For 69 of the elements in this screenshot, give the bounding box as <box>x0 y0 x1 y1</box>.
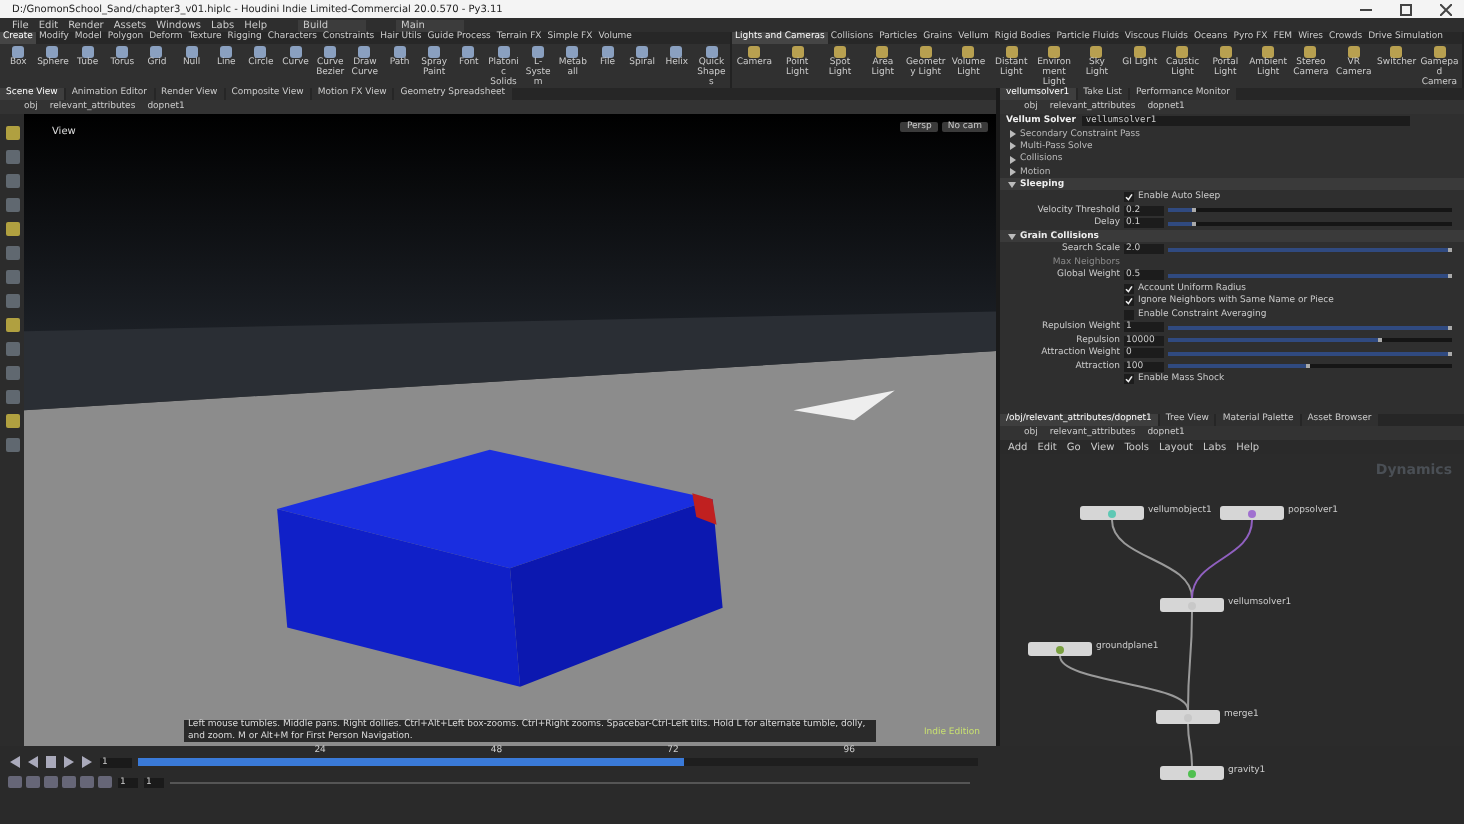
tool-icon[interactable] <box>705 46 718 58</box>
tool-icon[interactable] <box>462 46 475 58</box>
tool-icon[interactable] <box>428 46 441 58</box>
tool-icon[interactable] <box>1090 46 1103 58</box>
tool-icon[interactable] <box>636 46 649 58</box>
slider-fill[interactable] <box>1168 273 1452 278</box>
tool-icon[interactable] <box>81 46 94 58</box>
tool-icon[interactable] <box>116 46 129 58</box>
tool-icon[interactable] <box>185 46 198 58</box>
folder-arrow-icon[interactable] <box>1008 142 1016 151</box>
tool-icon[interactable] <box>748 46 761 58</box>
tool-icon[interactable] <box>601 46 614 58</box>
tool-icon[interactable] <box>289 46 302 58</box>
minimize-icon[interactable] <box>1360 3 1372 15</box>
tool-icon[interactable] <box>791 46 804 58</box>
tool-icon[interactable] <box>962 46 975 58</box>
network-node[interactable] <box>1080 506 1144 520</box>
tool-icon[interactable] <box>566 46 579 58</box>
tool-icon[interactable] <box>1133 46 1146 58</box>
slider-fill[interactable] <box>1168 325 1452 330</box>
node-wire <box>1191 519 1253 599</box>
tool-icon[interactable] <box>1005 46 1018 58</box>
tool-icon[interactable] <box>1176 46 1189 58</box>
slider-fill[interactable] <box>1168 338 1381 343</box>
parameter-checkbox[interactable] <box>1124 283 1134 294</box>
folder-arrow-icon[interactable] <box>1008 168 1016 177</box>
tool-icon[interactable] <box>1219 46 1232 58</box>
slider-fill[interactable] <box>1168 208 1197 213</box>
tool-icon[interactable] <box>1433 46 1446 58</box>
network-node[interactable] <box>1156 710 1220 724</box>
tool-icon[interactable] <box>393 46 406 58</box>
tool-icon[interactable] <box>497 46 510 58</box>
close-icon[interactable] <box>1440 3 1452 15</box>
tool-icon[interactable] <box>1347 46 1360 58</box>
tool-icon[interactable] <box>254 46 267 58</box>
node-wire <box>1111 519 1193 599</box>
slider-fill[interactable] <box>1168 221 1197 226</box>
tool-icon[interactable] <box>1048 46 1061 58</box>
network-node[interactable] <box>1160 766 1224 780</box>
folder-arrow-icon[interactable] <box>1008 130 1016 139</box>
parameter-checkbox[interactable] <box>1124 374 1134 385</box>
tool-icon[interactable] <box>324 46 337 58</box>
tool-icon[interactable] <box>670 46 683 58</box>
tool-icon[interactable] <box>919 46 932 58</box>
network-node[interactable] <box>1028 642 1092 656</box>
tool-icon[interactable] <box>834 46 847 58</box>
tool-icon[interactable] <box>150 46 163 58</box>
maximize-icon[interactable] <box>1400 3 1412 15</box>
tool-icon[interactable] <box>1304 46 1317 58</box>
network-node[interactable] <box>1160 598 1224 612</box>
tool-icon[interactable] <box>1390 46 1403 58</box>
tool-icon[interactable] <box>12 46 25 58</box>
tool-icon[interactable] <box>358 46 371 58</box>
network-node[interactable] <box>1220 506 1284 520</box>
slider-fill[interactable] <box>1168 247 1452 252</box>
parameter-checkbox[interactable] <box>1124 296 1134 307</box>
tool-icon[interactable] <box>876 46 889 58</box>
node-wire <box>1187 723 1193 767</box>
folder-arrow-icon[interactable] <box>1008 232 1016 241</box>
viewport-scene-drawing[interactable] <box>24 114 996 746</box>
folder-arrow-icon[interactable] <box>1008 155 1016 164</box>
slider-fill[interactable] <box>1168 351 1452 356</box>
tool-icon[interactable] <box>46 46 59 58</box>
slider-fill[interactable] <box>1168 364 1310 369</box>
tool-icon[interactable] <box>532 46 545 58</box>
parameter-checkbox[interactable] <box>1124 192 1134 203</box>
folder-arrow-icon[interactable] <box>1008 180 1016 189</box>
tool-icon[interactable] <box>1262 46 1275 58</box>
tool-icon[interactable] <box>220 46 233 58</box>
